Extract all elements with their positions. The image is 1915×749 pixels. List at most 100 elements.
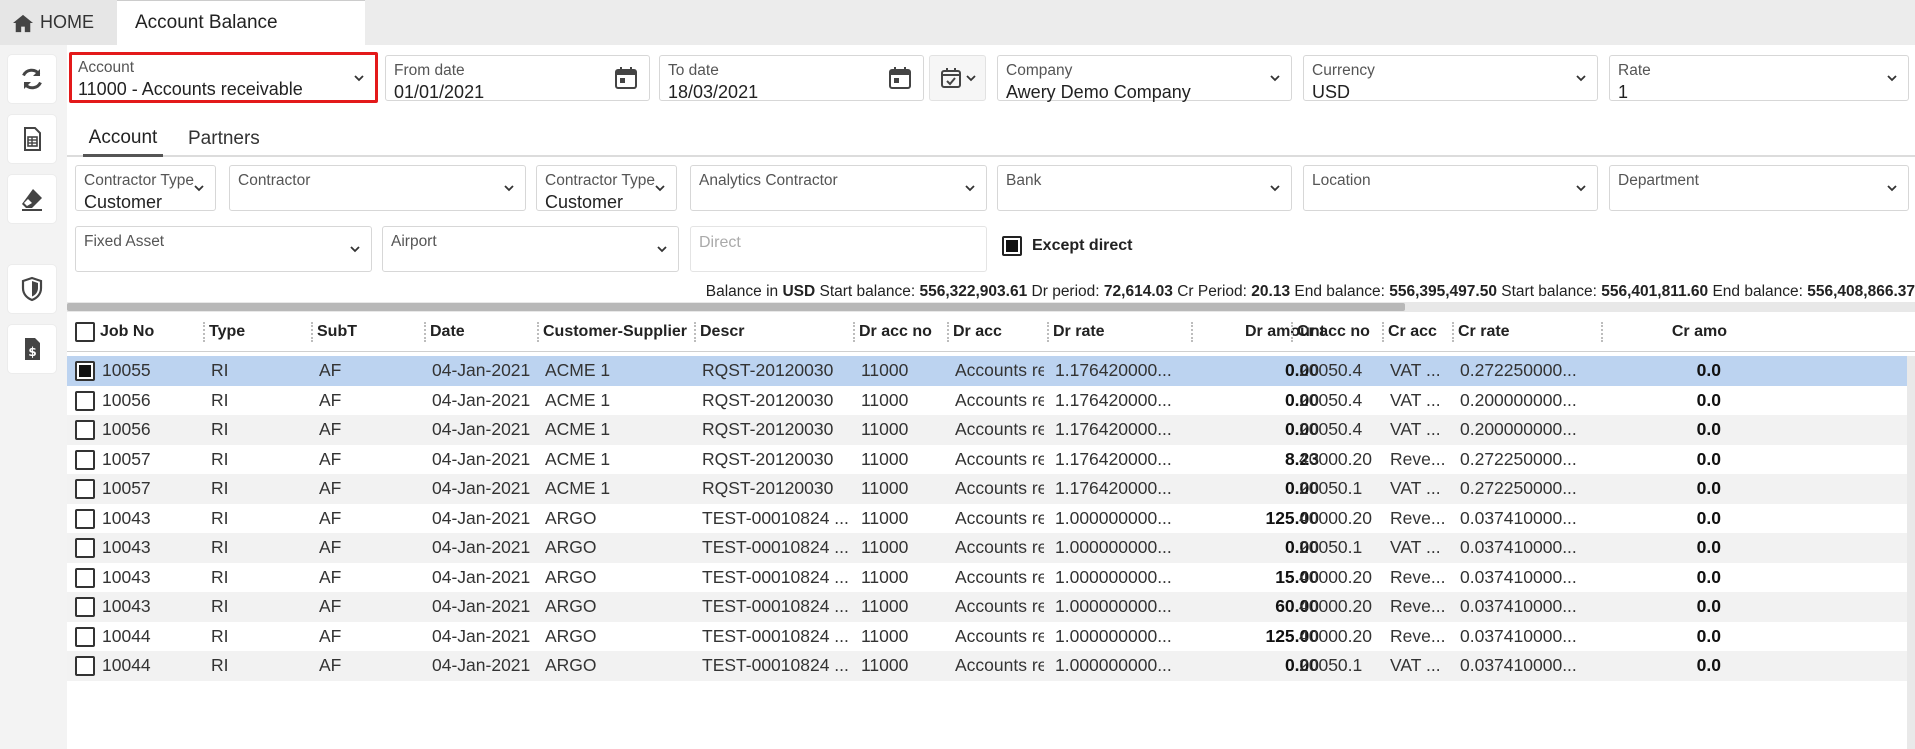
analytics-contractor-select[interactable]: Analytics Contractor — [690, 165, 987, 211]
invoice-button[interactable]: $ — [8, 325, 56, 373]
tab-account-balance[interactable]: Account Balance — [117, 0, 365, 45]
column-header-cr-rate[interactable]: Cr rate — [1458, 312, 1598, 352]
column-header-cr-acc[interactable]: Cr acc — [1388, 312, 1454, 352]
column-header-descr[interactable]: Descr — [700, 312, 855, 352]
chevron-down-icon — [657, 246, 667, 253]
column-resize-handle[interactable] — [311, 322, 313, 342]
cell-cr-amount: 0.0 — [1696, 448, 1721, 469]
cell-cr-acc-no: 40000.20 — [1299, 448, 1372, 469]
column-header-cr-amount[interactable]: Cr amo — [1607, 312, 1727, 352]
refresh-button[interactable] — [8, 55, 56, 103]
table-row[interactable]: 10043 RI AF 04-Jan-2021 ARGO TEST-00010824 ..… — [67, 504, 1915, 534]
row-checkbox[interactable] — [75, 390, 95, 411]
column-resize-handle[interactable] — [1382, 322, 1384, 342]
tab-home[interactable]: HOME — [0, 0, 117, 45]
cell-descr: TEST-00010824 ... — [702, 566, 849, 587]
cell-cr-amount: 0.0 — [1696, 419, 1721, 440]
row-checkbox[interactable] — [75, 567, 95, 588]
except-direct-label: Except direct — [1032, 237, 1133, 254]
excel-export-button[interactable] — [8, 115, 56, 163]
table-row[interactable]: 10057 RI AF 04-Jan-2021 ACME 1 RQST-20120030 1… — [67, 474, 1915, 504]
calendar-icon[interactable] — [613, 65, 639, 91]
table-row[interactable]: 10056 RI AF 04-Jan-2021 ACME 1 RQST-20120030 1… — [67, 415, 1915, 445]
account-select[interactable]: Account 11000 - Accounts receivable — [69, 52, 378, 103]
from-date-field[interactable]: From date 01/01/2021 — [385, 55, 650, 102]
row-checkbox[interactable] — [75, 479, 95, 499]
column-header-cr-acc-no[interactable]: Cr acc no — [1297, 312, 1385, 352]
row-checkbox[interactable] — [75, 420, 95, 440]
cell-job-no: 10044 — [102, 625, 151, 646]
row-checkbox[interactable] — [75, 538, 95, 558]
column-header-subt[interactable]: SubT — [317, 312, 425, 352]
column-header-type[interactable]: Type — [209, 312, 314, 352]
contractor-select[interactable]: Contractor — [229, 165, 526, 211]
cr-period-label: Cr Period: — [1177, 283, 1247, 300]
chevron-down-icon — [655, 185, 665, 192]
cell-cr-rate: 0.037410000... — [1460, 507, 1577, 528]
table-row[interactable]: 10056 RI AF 04-Jan-2021 ACME 1 RQST-20120030 1… — [67, 386, 1915, 416]
direct-input[interactable]: Direct — [690, 226, 987, 272]
column-resize-handle[interactable] — [424, 322, 426, 342]
column-resize-handle[interactable] — [947, 322, 949, 342]
column-header-dr-rate[interactable]: Dr rate — [1053, 312, 1189, 352]
column-header-dr-acc[interactable]: Dr acc — [953, 312, 1048, 352]
table-row[interactable]: 10044 RI AF 04-Jan-2021 ARGO TEST-00010824 ..… — [67, 622, 1915, 652]
select-all-checkbox[interactable] — [75, 322, 95, 342]
end-balance-value: 556,395,497.50 — [1389, 283, 1497, 300]
cell-date: 04-Jan-2021 — [432, 655, 531, 676]
security-button[interactable] — [8, 265, 56, 313]
cell-type: RI — [211, 625, 229, 646]
column-resize-handle[interactable] — [1191, 322, 1193, 342]
row-checkbox[interactable] — [75, 597, 95, 617]
cell-cr-acc-no: 20050.1 — [1299, 655, 1363, 676]
table-row[interactable]: 10043 RI AF 04-Jan-2021 ARGO TEST-00010824 ..… — [67, 592, 1915, 622]
column-header-job-no[interactable]: Job No — [100, 312, 205, 352]
except-direct-check-box[interactable] — [1002, 236, 1022, 256]
table-row[interactable]: 10043 RI AF 04-Jan-2021 ARGO TEST-00010824 ..… — [67, 563, 1915, 593]
cell-dr-acc-no: 11000 — [861, 448, 909, 469]
airport-select[interactable]: Airport — [382, 226, 679, 272]
row-checkbox[interactable] — [75, 449, 95, 470]
table-row[interactable]: 10043 RI AF 04-Jan-2021 ARGO TEST-00010824 ..… — [67, 533, 1915, 563]
horizontal-scroll-thumb[interactable] — [67, 303, 1405, 311]
cell-subt: AF — [319, 596, 342, 617]
column-resize-handle[interactable] — [537, 322, 539, 342]
column-resize-handle[interactable] — [1291, 322, 1293, 342]
table-row[interactable]: 10057 RI AF 04-Jan-2021 ACME 1 RQST-20120030 1… — [67, 445, 1915, 475]
column-resize-handle[interactable] — [1601, 322, 1603, 342]
except-direct-checkbox[interactable]: Except direct — [1002, 236, 1132, 256]
currency-select[interactable]: Currency USD — [1303, 55, 1598, 102]
column-resize-handle[interactable] — [694, 322, 696, 342]
column-header-date[interactable]: Date — [430, 312, 538, 352]
department-select[interactable]: Department — [1609, 165, 1909, 211]
bank-select[interactable]: Bank — [997, 165, 1292, 211]
column-header-dr-acc-no[interactable]: Dr acc no — [859, 312, 947, 352]
vertical-scrollbar[interactable] — [1907, 356, 1915, 749]
to-date-field[interactable]: To date 18/03/2021 — [659, 55, 924, 102]
rate-select[interactable]: Rate 1 — [1609, 55, 1909, 102]
column-resize-handle[interactable] — [1452, 322, 1454, 342]
column-resize-handle[interactable] — [853, 322, 855, 342]
analytics-contractor-type-select[interactable]: Contractor Type Customer — [536, 165, 677, 212]
column-resize-handle[interactable] — [1047, 322, 1049, 342]
row-checkbox[interactable] — [75, 508, 95, 529]
horizontal-scrollbar[interactable] — [67, 302, 1915, 312]
table-row[interactable]: 10044 RI AF 04-Jan-2021 ARGO TEST-00010824 ..… — [67, 651, 1915, 681]
tab-partners[interactable]: Partners — [188, 121, 260, 157]
fixed-asset-select[interactable]: Fixed Asset — [75, 226, 372, 272]
column-resize-handle[interactable] — [203, 322, 205, 342]
cell-customer-supplier: ACME 1 — [545, 360, 611, 381]
cell-cr-acc: Reve... — [1390, 507, 1446, 528]
contractor-type-select[interactable]: Contractor Type Customer — [75, 165, 216, 212]
clear-filters-button[interactable] — [8, 175, 56, 223]
location-select[interactable]: Location — [1303, 165, 1598, 211]
calendar-icon[interactable] — [887, 65, 913, 91]
row-checkbox[interactable] — [75, 656, 95, 676]
row-checkbox[interactable] — [75, 361, 95, 381]
row-checkbox[interactable] — [75, 626, 95, 647]
tab-account[interactable]: Account — [83, 121, 163, 157]
table-row[interactable]: 10055 RI AF 04-Jan-2021 ACME 1 RQST-20120030 1… — [67, 356, 1915, 386]
column-header-customer-supplier[interactable]: Customer-Supplier — [543, 312, 693, 352]
company-select[interactable]: Company Awery Demo Company — [997, 55, 1292, 102]
date-preset-button[interactable] — [929, 55, 986, 101]
